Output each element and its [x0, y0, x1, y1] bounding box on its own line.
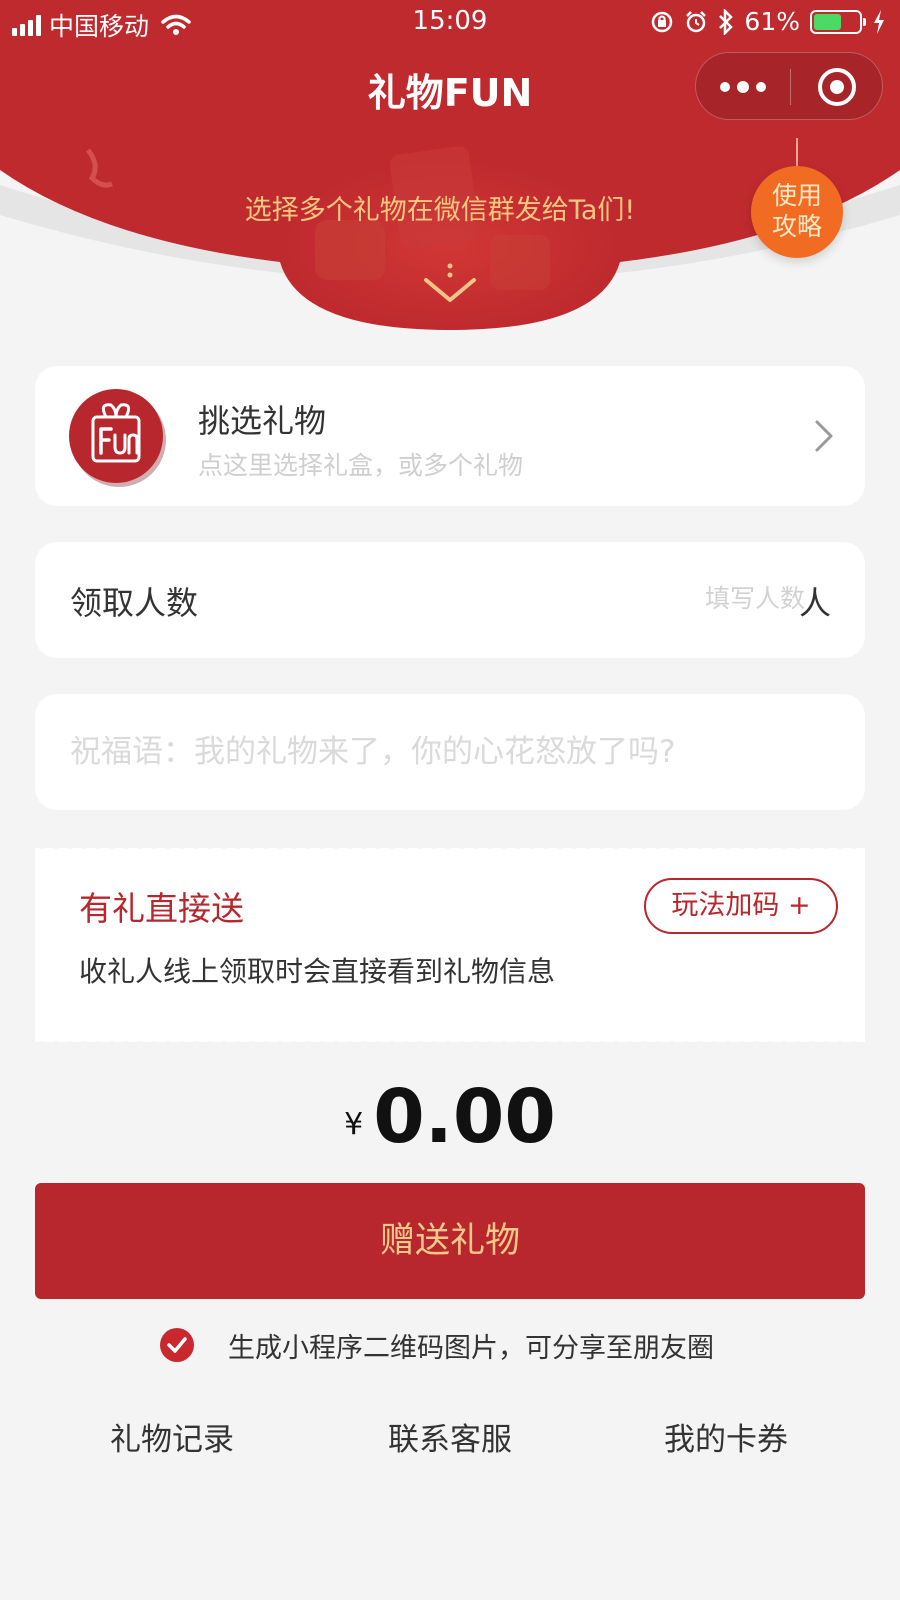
recipient-count-label: 领取人数	[70, 584, 199, 622]
battery-percent: 61%	[744, 7, 800, 36]
gift-mode-ticket: 有礼直接送 玩法加码 + 收礼人线上领取时会直接看到礼物信息	[35, 844, 865, 1046]
ticket-scallop-bottom	[37, 1041, 865, 1046]
guide-label-line2: 攻略	[771, 212, 822, 241]
checkbox-checked-icon[interactable]	[160, 1328, 194, 1362]
more-dots-icon[interactable]	[696, 53, 790, 121]
gift-mode-title: 有礼直接送	[79, 889, 244, 928]
gift-records-link[interactable]: 礼物记录	[52, 1414, 292, 1459]
banner-text: 选择多个礼物在微信群发给Ta们!	[244, 195, 636, 226]
ticket-scallop-top	[37, 844, 865, 849]
fun-gift-logo-icon	[69, 389, 163, 483]
bluetooth-icon	[719, 8, 734, 35]
battery-icon	[810, 9, 866, 34]
mini-program-capsule	[695, 52, 883, 120]
charging-icon	[874, 9, 884, 34]
qr-code-option[interactable]: 生成小程序二维码图片，可分享至朋友圈	[160, 1325, 714, 1365]
usage-guide-button[interactable]: 使用 攻略	[751, 166, 843, 258]
price-amount: 0.00	[373, 1074, 556, 1160]
play-boost-button[interactable]: 玩法加码 +	[644, 878, 838, 934]
orientation-lock-icon	[652, 11, 673, 32]
chevron-down-icon[interactable]	[422, 262, 478, 306]
gift-mode-description: 收礼人线上领取时会直接看到礼物信息	[79, 955, 556, 988]
bottom-links: 礼物记录 联系客服 我的卡券	[0, 1414, 900, 1464]
my-coupons-link[interactable]: 我的卡券	[606, 1414, 846, 1459]
pick-gift-title: 挑选礼物	[198, 402, 327, 440]
chevron-right-icon	[815, 420, 833, 452]
recipient-count-input[interactable]	[595, 578, 805, 618]
blessing-input[interactable]	[70, 728, 830, 776]
status-bar: 中国移动 15:09 61%	[0, 0, 900, 44]
qr-code-option-label: 生成小程序二维码图片，可分享至朋友圈	[228, 1332, 714, 1364]
pick-gift-card[interactable]: 挑选礼物 点这里选择礼盒，或多个礼物	[35, 366, 865, 506]
customer-service-link[interactable]: 联系客服	[330, 1414, 570, 1459]
blessing-card	[35, 694, 865, 810]
pick-gift-subtitle: 点这里选择礼盒，或多个礼物	[198, 451, 524, 480]
target-circle-icon[interactable]	[790, 53, 884, 121]
recipient-count-card: 领取人数 人	[35, 542, 865, 658]
currency-symbol: ¥	[344, 1107, 364, 1142]
recipient-count-unit: 人	[798, 584, 831, 622]
battery-fill	[814, 13, 841, 30]
guide-label-line1: 使用	[771, 181, 822, 210]
status-right: 61%	[650, 7, 886, 36]
alarm-icon	[686, 10, 707, 32]
send-gift-button[interactable]: 赠送礼物	[35, 1183, 865, 1299]
total-price: ¥0.00	[0, 1074, 900, 1160]
